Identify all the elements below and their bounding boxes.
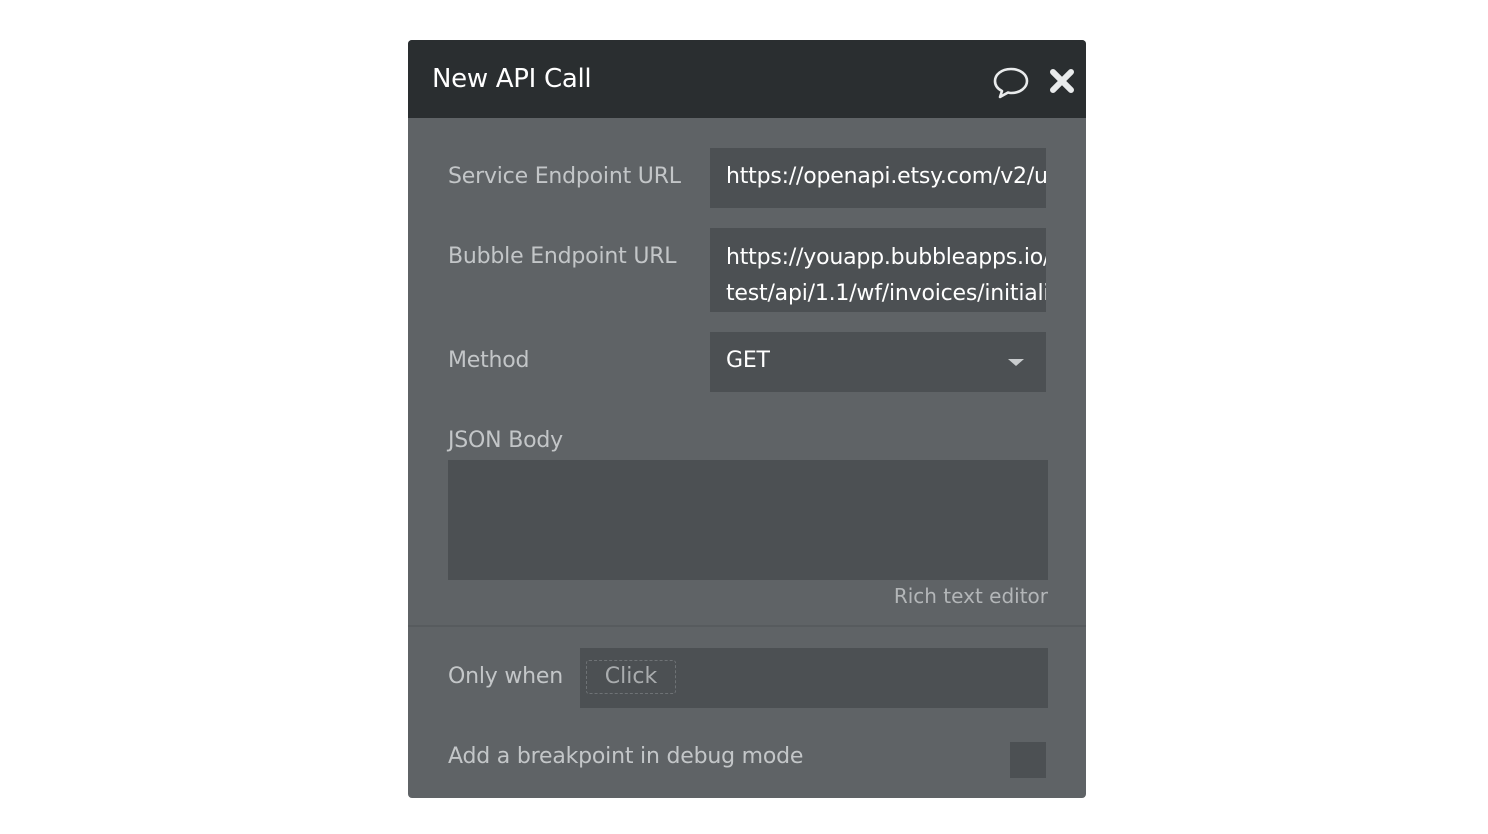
json-body-textarea[interactable] <box>448 460 1048 580</box>
only-when-condition-input[interactable]: Click <box>580 648 1048 708</box>
service-endpoint-value: https://openapi.etsy.com/v2/use <box>726 164 1046 189</box>
bubble-endpoint-value-line1: https://youapp.bubbleapps.io/ve <box>726 245 1046 270</box>
json-body-label: JSON Body <box>448 428 563 453</box>
dialog-title: New API Call <box>432 64 592 94</box>
breakpoint-checkbox[interactable] <box>1010 742 1046 778</box>
only-when-label: Only when <box>448 664 563 689</box>
new-api-call-dialog: New API Call Service Endpoint URL https:… <box>408 40 1086 798</box>
speech-bubble-icon[interactable] <box>992 66 1030 100</box>
method-select[interactable]: GET <box>710 332 1046 392</box>
method-value: GET <box>726 348 770 373</box>
bubble-endpoint-value-line2: test/api/1.1/wf/invoices/initialize <box>726 281 1046 306</box>
close-icon[interactable] <box>1048 67 1076 95</box>
rich-text-editor-link[interactable]: Rich text editor <box>892 584 1048 608</box>
service-endpoint-label: Service Endpoint URL <box>448 164 681 189</box>
service-endpoint-input[interactable]: https://openapi.etsy.com/v2/use <box>710 148 1046 208</box>
method-label: Method <box>448 348 530 373</box>
breakpoint-label: Add a breakpoint in debug mode <box>448 744 804 769</box>
chevron-down-icon <box>1008 359 1024 366</box>
dialog-header: New API Call <box>408 40 1086 118</box>
bubble-endpoint-label: Bubble Endpoint URL <box>448 244 677 269</box>
click-placeholder-chip[interactable]: Click <box>586 660 676 694</box>
bubble-endpoint-input[interactable]: https://youapp.bubbleapps.io/ve test/api… <box>710 228 1046 312</box>
section-divider <box>408 625 1086 627</box>
